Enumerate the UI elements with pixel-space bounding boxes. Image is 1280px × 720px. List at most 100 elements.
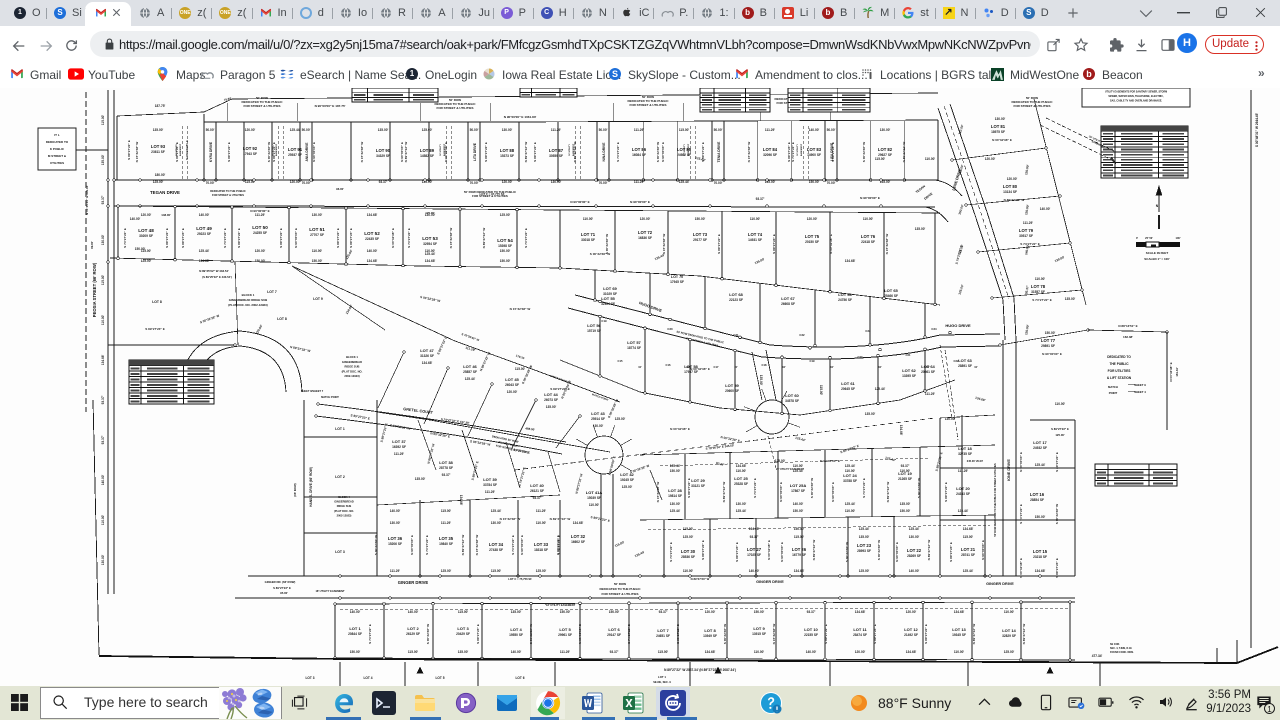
svg-text:125.00': 125.00' [422,128,433,132]
svg-text:134.68': 134.68' [367,259,378,263]
svg-text:115.00': 115.00' [794,535,805,539]
svg-text:30209 SF: 30209 SF [139,234,153,238]
svg-text:150.00': 150.00' [255,259,266,263]
svg-text:EASEMENT: EASEMENT [800,143,803,156]
svg-text:FOUND CONC. MON.: FOUND CONC. MON. [1110,651,1134,654]
svg-text:S 89°27'23" E: S 89°27'23" E [181,228,185,248]
svg-text:135.00': 135.00' [1065,297,1076,301]
svg-text:26043 SF: 26043 SF [505,383,519,387]
svg-text:10': 10' [782,366,786,369]
svg-text:C19: C19 [810,359,815,363]
svg-text:20600 SF: 20600 SF [725,389,739,393]
svg-text:LOT 4: LOT 4 [363,676,372,680]
svg-text:S 74°27'22" E: S 74°27'22" E [1032,298,1052,302]
svg-text:111.29': 111.29' [925,392,935,396]
svg-text:130.00': 130.00' [736,502,747,506]
svg-text:24756 SF: 24756 SF [838,298,852,302]
svg-text:150.00': 150.00' [670,469,681,473]
svg-text:110.00': 110.00' [583,217,594,221]
svg-text:19840 SF: 19840 SF [439,542,453,546]
svg-text:N 00°32'38" E: N 00°32'38" E [767,540,771,560]
svg-text:120.00': 120.00' [290,180,301,184]
svg-text:FOR STREET & UTILITIES: FOR STREET & UTILITIES [601,592,638,596]
svg-text:(66' ROW): (66' ROW) [293,483,297,496]
svg-text:115.00': 115.00' [441,509,452,513]
svg-text:50.00': 50.00' [714,128,723,132]
svg-text:134.68': 134.68' [954,610,965,614]
svg-text:93.37': 93.37' [533,496,542,500]
svg-text:135.00': 135.00' [458,650,469,654]
svg-text:RIDGE SUB: RIDGE SUB [337,504,352,508]
svg-text:LOT 50: LOT 50 [252,225,268,230]
svg-text:S 00°32'38" W: S 00°32'38" W [917,478,921,499]
svg-text:LOT 85: LOT 85 [677,147,692,152]
svg-text:BLOCK 4: BLOCK 4 [338,495,350,499]
svg-text:LOT 13: LOT 13 [952,627,966,632]
svg-text:34329 SF: 34329 SF [376,154,390,158]
svg-text:LOT 75: LOT 75 [805,234,820,239]
svg-text:LOT 57: LOT 57 [627,340,641,345]
svg-text:N 89°27'23" W: N 89°27'23" W [691,577,710,581]
svg-text:S 74°27'22" E: S 74°27'22" E [557,535,561,555]
svg-text:180.00': 180.00' [155,173,166,177]
svg-text:S 89°27'22" E: S 89°27'22" E [676,624,680,644]
svg-text:125.44': 125.44' [909,527,920,531]
svg-text:LOT 33: LOT 33 [534,542,549,547]
svg-text:115.00': 115.00' [875,157,886,161]
svg-text:125.00': 125.00' [859,569,870,573]
svg-text:N 89°27'22" W: N 89°27'22" W [927,540,931,561]
svg-text:130.00': 130.00' [909,535,920,539]
svg-text:134.68': 134.68' [705,650,716,654]
svg-text:10': 10' [830,366,834,369]
svg-text:110.00': 110.00' [925,157,936,161]
svg-text:N 89°27'22" W: N 89°27'22" W [1004,198,1025,202]
svg-text:LOT 27: LOT 27 [747,547,762,552]
svg-text:26129 SF: 26129 SF [406,632,420,636]
svg-text:LOT 61: LOT 61 [841,381,855,386]
svg-text:HANSEL DRIVE (66' ROW): HANSEL DRIVE (66' ROW) [309,467,313,507]
svg-text:125.00': 125.00' [775,459,786,463]
svg-text:LOT 8: LOT 8 [704,628,716,633]
svg-text:135.00': 135.00' [378,128,389,132]
svg-text:16392 SF: 16392 SF [392,445,406,449]
svg-text:LOT 2: LOT 2 [335,475,345,479]
svg-text:22435 SF: 22435 SF [365,237,379,241]
svg-text:120.00': 120.00' [255,249,266,253]
svg-text:20429 SF: 20429 SF [456,632,470,636]
svg-text:125.44': 125.44' [290,128,301,132]
svg-text:S 74°27'22" E: S 74°27'22" E [791,142,795,162]
svg-text:15206 SF: 15206 SF [388,542,402,546]
svg-text:KYRA DRIVE: KYRA DRIVE [209,141,213,162]
svg-text:LOT 83: LOT 83 [807,147,822,152]
svg-text:111.29': 111.29' [441,521,451,525]
svg-text:S 00°32'38" W: S 00°32'38" W [862,142,866,163]
svg-text:LOT 76: LOT 76 [861,234,876,239]
svg-text:LOT 32: LOT 32 [571,534,586,539]
svg-text:110.00': 110.00' [683,569,694,573]
svg-text:33788 SF: 33788 SF [843,479,857,483]
svg-text:70.00': 70.00' [302,181,311,185]
svg-text:S 89°27'23" E: S 89°27'23" E [831,142,835,162]
svg-text:125.00': 125.00' [536,569,547,573]
svg-text:120.00': 120.00' [855,650,866,654]
svg-text:22155 SF: 22155 SF [804,633,818,637]
svg-text:115.00': 115.00' [819,385,823,396]
svg-text:MATCH: MATCH [1108,385,1118,389]
svg-text:C20: C20 [858,355,863,359]
svg-text:N 89°25'02" W 433.54': N 89°25'02" W 433.54' [199,269,229,273]
svg-text:10': 10' [926,366,930,369]
svg-text:26608 SF: 26608 SF [781,302,795,306]
svg-text:S 00°32'38" W: S 00°32'38" W [267,142,271,163]
svg-text:135.00': 135.00' [759,375,763,386]
svg-text:134.68': 134.68' [736,464,747,468]
svg-text:S 00°32'38" W: S 00°32'38" W [590,252,611,256]
svg-text:134.68': 134.68' [425,259,436,263]
svg-text:N 89°27'22" W: N 89°27'22" W [1022,624,1026,645]
svg-text:N 89°27'22" W: N 89°27'22" W [886,482,890,503]
svg-text:N 90°00'00" E: N 90°00'00" E [820,459,840,463]
svg-text:S 89°27'22" E: S 89°27'22" E [1051,427,1069,431]
svg-text:134.68': 134.68' [422,361,433,365]
svg-text:28474 SF: 28474 SF [853,633,867,637]
svg-text:(PLAT DOC. NO. 2002-12923): (PLAT DOC. NO. 2002-12923) [228,303,268,307]
svg-text:S 89°27'23" E: S 89°27'23" E [772,234,776,254]
